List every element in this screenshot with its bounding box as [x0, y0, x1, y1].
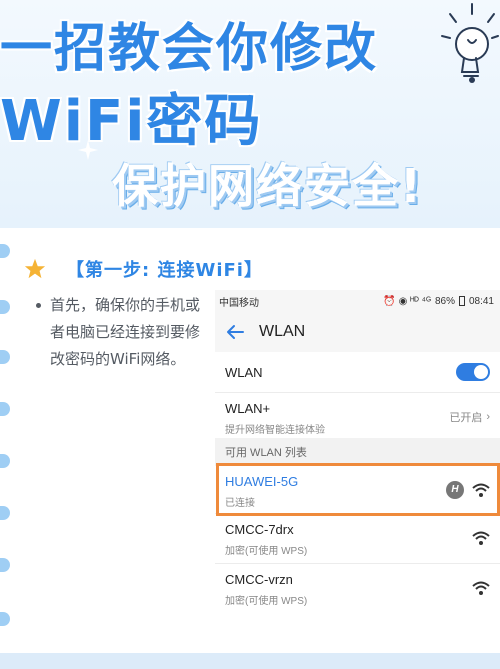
- wifi-locked-icon: [472, 581, 490, 595]
- network-name: CMCC-7drx: [225, 522, 294, 537]
- wifi-locked-icon: [472, 531, 490, 545]
- step-description: 首先，确保你的手机或者电脑已经连接到要修改密码的WiFi网络。: [36, 292, 204, 373]
- decor-dot: [0, 300, 10, 314]
- network-item-cmcc-7drx[interactable]: CMCC-7drx 加密(可使用 WPS): [215, 514, 500, 564]
- wlan-plus-status: 已开启 ›: [449, 409, 490, 425]
- decor-dot: [0, 350, 10, 364]
- step-header: 【第一步: 连接WiFi】: [24, 254, 263, 284]
- page-title: WLAN: [259, 323, 306, 340]
- network-item-huawei-5g[interactable]: HUAWEI-5G 已连接 H: [215, 466, 500, 514]
- wlan-plus-subtitle: 提升网络智能连接体验: [225, 425, 325, 436]
- bullet-dot: [36, 303, 41, 308]
- decor-dot: [0, 244, 10, 258]
- network-name: HUAWEI-5G: [225, 474, 299, 489]
- sparkle-icon: [78, 140, 98, 160]
- wlan-plus-row[interactable]: WLAN+ 提升网络智能连接体验 已开启 ›: [215, 392, 500, 438]
- network-status: 已连接: [225, 498, 255, 509]
- network-status: 加密(可使用 WPS): [225, 596, 308, 607]
- wifi-plus-badge-icon: H: [446, 481, 464, 499]
- banner-title-line3: 保护网络安全!: [112, 159, 423, 213]
- banner-title-line1: 一招教会你修改: [0, 19, 379, 79]
- status-icons: ⏰ ◉ ᴴᴰ ⁴ᴳ: [383, 295, 431, 307]
- chevron-right-icon: ›: [486, 411, 490, 423]
- wlan-plus-label: WLAN+: [225, 401, 271, 416]
- decor-dot: [0, 612, 10, 626]
- step-card: 【第一步: 连接WiFi】 首先，确保你的手机或者电脑已经连接到要修改密码的Wi…: [0, 228, 500, 653]
- wlan-toggle-row[interactable]: WLAN: [215, 352, 500, 392]
- clock-time: 08:41: [468, 295, 494, 307]
- bottom-decor-strip: [0, 653, 500, 669]
- wlan-plus-status-text: 已开启: [449, 412, 483, 424]
- network-name: CMCC-vrzn: [225, 572, 293, 587]
- light-bulb-icon: [441, 3, 499, 83]
- banner-title-line2: WiFi密码: [0, 89, 263, 154]
- network-status: 加密(可使用 WPS): [225, 546, 308, 557]
- decor-dot: [0, 454, 10, 468]
- carrier-label: 中国移动: [219, 297, 259, 309]
- header-banner: 一招教会你修改 WiFi密码 保护网络安全!: [0, 0, 500, 228]
- network-item-cmcc-vrzn[interactable]: CMCC-vrzn 加密(可使用 WPS): [215, 564, 500, 612]
- phone-screenshot: 中国移动 ⏰ ◉ ᴴᴰ ⁴ᴳ 86% 08:41 WLAN WLAN WLAN+…: [215, 290, 500, 612]
- decor-dot: [0, 506, 10, 520]
- toggle-knob: [474, 365, 488, 379]
- back-arrow-icon[interactable]: [225, 322, 245, 342]
- wifi-signal-icon: [472, 483, 490, 497]
- battery-icon: [458, 296, 465, 306]
- step-title: 【第一步: 连接WiFi】: [66, 260, 263, 281]
- decor-dot: [0, 558, 10, 572]
- status-bar: 中国移动 ⏰ ◉ ᴴᴰ ⁴ᴳ 86% 08:41: [215, 290, 500, 312]
- decor-dot: [0, 402, 10, 416]
- wlan-toggle[interactable]: [456, 363, 490, 381]
- star-icon: [24, 258, 46, 279]
- app-bar: WLAN: [215, 312, 500, 352]
- step-description-text: 首先，确保你的手机或者电脑已经连接到要修改密码的WiFi网络。: [50, 296, 201, 368]
- network-list-header: 可用 WLAN 列表: [215, 438, 500, 466]
- wlan-label: WLAN: [225, 364, 263, 380]
- battery-level: 86%: [434, 295, 455, 307]
